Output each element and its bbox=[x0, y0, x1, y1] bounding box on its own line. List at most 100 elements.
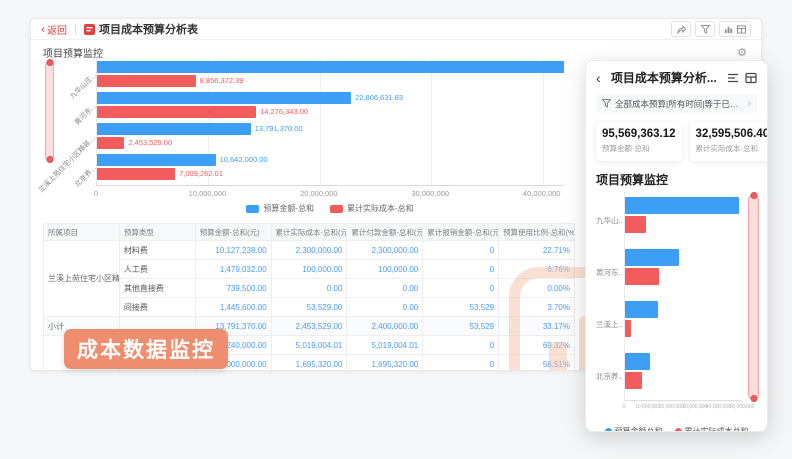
stat-card-actual: 32,595,506.40 累计实际成本·总和 bbox=[690, 122, 768, 161]
bar-value-label: 10,642,000.00 bbox=[220, 154, 268, 166]
table-row[interactable]: 兰溪上苑住宅小区精装修第...材料费10,127,238.002,300,000… bbox=[44, 241, 575, 260]
stat-value: 95,569,363.12 bbox=[602, 128, 676, 140]
amount-cell: 53,529 bbox=[423, 298, 499, 317]
amount-cell: 2,300,000.00 bbox=[347, 241, 423, 260]
amount-cell: 0 bbox=[423, 355, 499, 372]
amount-cell: 0 bbox=[423, 336, 499, 355]
table-icon bbox=[737, 25, 746, 34]
bar-累计实际成本总和[interactable] bbox=[625, 268, 659, 285]
column-header: 累计付款金额-总和(元) bbox=[347, 224, 423, 241]
divider bbox=[75, 24, 76, 35]
panel-header: ‹ 项目成本预算分析... bbox=[586, 61, 767, 90]
panel-filter-text: 全部成本预算|所有时间|等于已通过 bbox=[615, 98, 744, 110]
grid-table-icon[interactable] bbox=[745, 72, 757, 84]
x-axis-line bbox=[624, 400, 742, 401]
legend-item[interactable]: 累计实际成本-总和 bbox=[330, 203, 414, 214]
report-icon bbox=[84, 24, 95, 35]
datazoom-slider[interactable] bbox=[45, 61, 54, 161]
bar-累计实际成本总和[interactable] bbox=[625, 372, 642, 389]
panel-title: 项目成本预算分析... bbox=[607, 69, 721, 86]
legend-item[interactable]: 累计实际成本总和 bbox=[675, 426, 749, 432]
datazoom-slider[interactable] bbox=[748, 194, 759, 400]
amount-cell: 2,400,000.00 bbox=[347, 317, 423, 336]
column-header: 预算金额-总和(元) bbox=[195, 224, 271, 241]
funnel-icon bbox=[701, 25, 710, 34]
x-axis-tick: 0 bbox=[94, 189, 98, 198]
stat-label: 预算金额·总和 bbox=[602, 143, 676, 154]
chart-icon bbox=[724, 25, 733, 34]
chart-plot: 8,856,372.3922,806,631.8314,276,343.0013… bbox=[96, 59, 564, 185]
funnel-icon bbox=[602, 99, 611, 108]
x-axis-tick: 0 bbox=[623, 404, 626, 410]
amount-cell: 0 bbox=[423, 260, 499, 279]
share-button[interactable] bbox=[671, 21, 691, 37]
x-axis-line bbox=[96, 185, 564, 186]
panel-section-title: 项目预算监控 bbox=[596, 171, 757, 188]
amount-cell: 3.70% bbox=[499, 298, 575, 317]
table-row[interactable]: 间接费1,445,600.0053,529.000.0053,5293.70% bbox=[44, 298, 575, 317]
legend-item[interactable]: 预算金额-总和 bbox=[246, 203, 314, 214]
bar-预算金额总和[interactable] bbox=[625, 197, 739, 214]
bar-预算金额-总和[interactable] bbox=[97, 92, 351, 104]
legend-label: 累计实际成本总和 bbox=[685, 426, 749, 432]
outline-icon[interactable] bbox=[727, 72, 739, 84]
amount-cell: 739,500.00 bbox=[195, 279, 271, 298]
bar-value-label: 7,009,262.01 bbox=[179, 168, 223, 180]
bar-预算金额总和[interactable] bbox=[625, 249, 679, 266]
budget-bar-chart: 8,856,372.3922,806,631.8314,276,343.0013… bbox=[43, 57, 601, 223]
table-row[interactable]: 其他直接费739,500.000.000.0000.00% bbox=[44, 279, 575, 298]
bar-累计实际成本-总和[interactable] bbox=[97, 75, 196, 87]
bar-预算金额-总和[interactable] bbox=[97, 61, 564, 73]
budget-type-cell: 材料费 bbox=[119, 241, 195, 260]
x-axis-tick: 30,000,000 bbox=[682, 404, 707, 410]
bar-value-label: 22,806,631.83 bbox=[355, 92, 403, 104]
amount-cell: 1,445,600.00 bbox=[195, 298, 271, 317]
bar-累计实际成本-总和[interactable] bbox=[97, 168, 175, 180]
bar-预算金额总和[interactable] bbox=[625, 353, 650, 370]
mobile-preview-panel: ‹ 项目成本预算分析... 全部成本预算|所有时间|等于已通过 › 95,569… bbox=[585, 60, 768, 432]
legend-dot bbox=[605, 428, 612, 432]
datazoom-handle[interactable] bbox=[46, 156, 53, 163]
amount-cell: 53,529.00 bbox=[271, 298, 347, 317]
bar-累计实际成本-总和[interactable] bbox=[97, 137, 124, 149]
amount-cell: 2,300,000.00 bbox=[271, 241, 347, 260]
datazoom-handle[interactable] bbox=[750, 192, 757, 199]
table-header-row: 所属项目预算类型预算金额-总和(元)累计实际成本-总和(元)累计付款金额-总和(… bbox=[44, 224, 575, 241]
cost-monitor-badge: 成本数据监控 bbox=[64, 329, 228, 369]
legend-label: 累计实际成本-总和 bbox=[347, 203, 414, 214]
column-header: 累计报销金额-总和(元) bbox=[423, 224, 499, 241]
datazoom-handle[interactable] bbox=[750, 395, 757, 402]
panel-filter-bar[interactable]: 全部成本预算|所有时间|等于已通过 › bbox=[596, 94, 757, 113]
panel-header-icons bbox=[727, 72, 757, 84]
bar-累计实际成本总和[interactable] bbox=[625, 216, 646, 233]
panel-back-button[interactable]: ‹ bbox=[596, 72, 601, 84]
amount-cell: 0.00% bbox=[499, 279, 575, 298]
amount-cell: 69.32% bbox=[499, 336, 575, 355]
budget-type-cell: 间接费 bbox=[119, 298, 195, 317]
x-axis-tick: 50,000,000 bbox=[729, 404, 754, 410]
page-title: 项目成本预算分析表 bbox=[99, 21, 198, 37]
amount-cell: 56.51% bbox=[499, 355, 575, 372]
gear-icon[interactable]: ⚙ bbox=[737, 46, 747, 59]
legend-label: 预算金额-总和 bbox=[263, 203, 314, 214]
panel-bar-chart: 九华山...黄河东...兰溪上...北京养...010,000,00020,00… bbox=[596, 192, 761, 416]
back-button[interactable]: ‹ 返回 bbox=[41, 22, 67, 37]
toolbar-actions bbox=[671, 21, 751, 37]
datazoom-handle[interactable] bbox=[46, 59, 53, 66]
amount-cell: 0 bbox=[423, 279, 499, 298]
table-row[interactable]: 人工费1,479,032.00100,000.00100,000.0006.76… bbox=[44, 260, 575, 279]
category-label: 兰溪上... bbox=[596, 319, 622, 330]
bar-累计实际成本总和[interactable] bbox=[625, 320, 631, 337]
legend-item[interactable]: 预算金额总和 bbox=[605, 426, 663, 432]
bar-预算金额总和[interactable] bbox=[625, 301, 658, 318]
bar-累计实际成本-总和[interactable] bbox=[97, 106, 256, 118]
filter-button[interactable] bbox=[695, 21, 715, 37]
amount-cell: 5,019,004.01 bbox=[347, 336, 423, 355]
bar-预算金额-总和[interactable] bbox=[97, 154, 216, 166]
x-axis-tick: 40,000,000 bbox=[706, 404, 731, 410]
budget-type-cell: 人工费 bbox=[119, 260, 195, 279]
amount-cell: 5,019,004.01 bbox=[271, 336, 347, 355]
bar-预算金额-总和[interactable] bbox=[97, 123, 251, 135]
view-toggle-button[interactable] bbox=[719, 21, 751, 37]
budget-type-cell: 其他直接费 bbox=[119, 279, 195, 298]
